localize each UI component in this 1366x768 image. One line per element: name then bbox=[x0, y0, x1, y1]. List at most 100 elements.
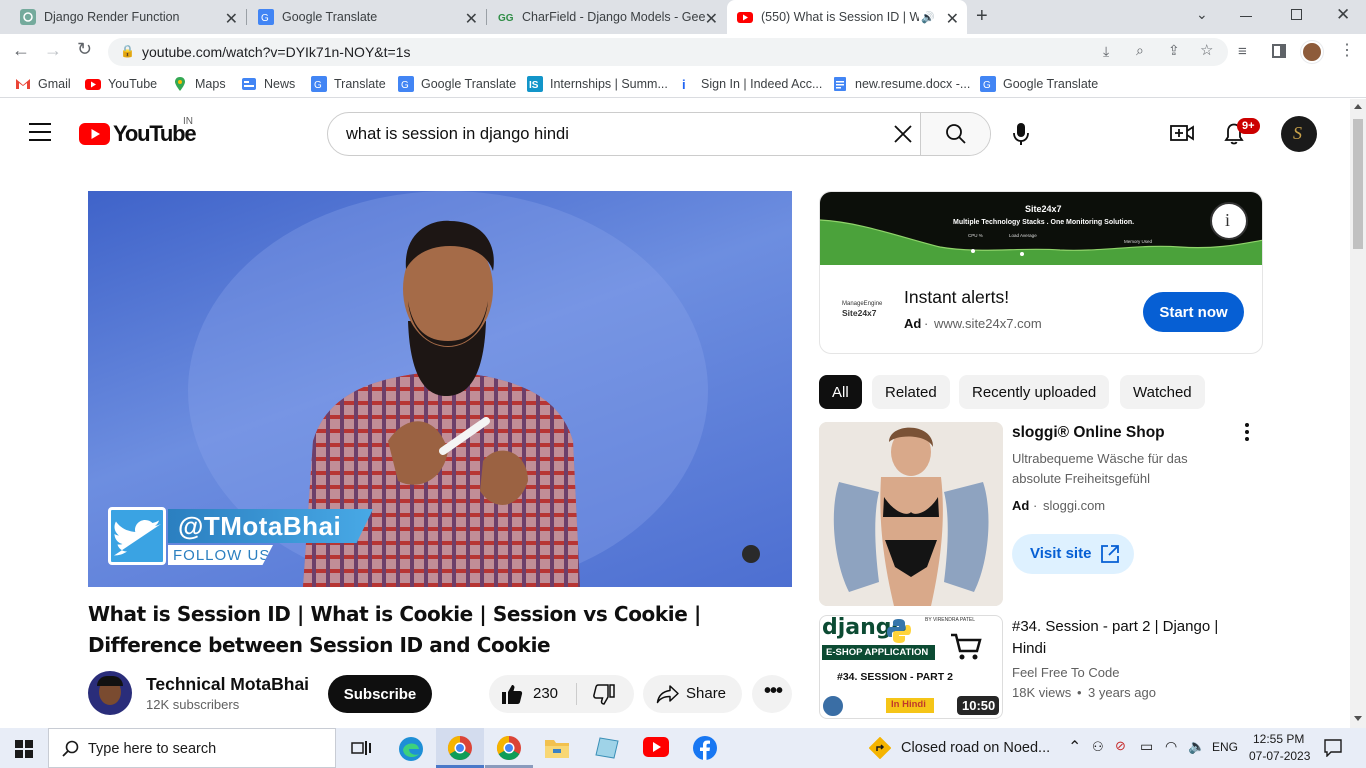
microphone-icon[interactable] bbox=[1012, 122, 1030, 146]
subscribe-button[interactable]: Subscribe bbox=[328, 675, 432, 713]
tray-time[interactable]: 12:55 PM bbox=[1253, 732, 1304, 746]
tray-date[interactable]: 07-07-2023 bbox=[1249, 749, 1310, 763]
duration-text: 10:50 bbox=[962, 698, 996, 713]
task-view-icon[interactable] bbox=[351, 739, 371, 757]
facebook-icon[interactable] bbox=[693, 736, 717, 760]
dislike-button[interactable] bbox=[577, 675, 634, 713]
sponsored-ad-thumbnail[interactable] bbox=[819, 422, 1003, 606]
tray-security-icon[interactable]: ⚇ bbox=[1092, 739, 1104, 755]
browser-toolbar: ← → ↻ 🔒 youtube.com/watch?v=DYIk71n-NOY&… bbox=[0, 34, 1366, 70]
clear-search-icon[interactable] bbox=[893, 124, 913, 144]
profile-avatar[interactable] bbox=[1301, 41, 1323, 63]
install-app-icon[interactable]: ⤓ bbox=[1103, 43, 1109, 60]
restore-button[interactable] bbox=[1291, 9, 1302, 20]
close-tab-icon[interactable]: ✕ bbox=[946, 9, 959, 29]
chip-all[interactable]: All bbox=[819, 375, 862, 409]
close-tab-icon[interactable]: ✕ bbox=[465, 9, 478, 29]
tray-battery-icon[interactable]: ▭ bbox=[1140, 738, 1153, 755]
search-button[interactable] bbox=[920, 113, 990, 155]
scroll-up-icon[interactable] bbox=[1354, 104, 1362, 109]
speaker-icon[interactable]: 🔊 bbox=[921, 11, 935, 24]
scroll-down-icon[interactable] bbox=[1354, 716, 1362, 721]
tab-search-icon[interactable]: ⌄ bbox=[1196, 6, 1208, 23]
chip-related[interactable]: Related bbox=[872, 375, 950, 409]
notepad-app-icon[interactable] bbox=[594, 736, 620, 760]
sponsored-ad-title[interactable]: sloggi® Online Shop bbox=[1012, 424, 1165, 442]
related-video-thumbnail[interactable]: django BY VIRENDRA PATEL E-SHOP APPLICAT… bbox=[819, 615, 1003, 719]
taskbar-chrome-profile[interactable] bbox=[485, 728, 533, 768]
related-video-title[interactable]: #34. Session - part 2 | Django | Hindi bbox=[1012, 616, 1232, 660]
bookmark-internships[interactable]: IS Internships | Summ... bbox=[527, 76, 668, 92]
search-input[interactable]: what is session in django hindi bbox=[346, 125, 569, 144]
start-now-button[interactable]: Start now bbox=[1143, 292, 1244, 332]
file-explorer-icon[interactable] bbox=[544, 737, 570, 759]
traffic-alert-icon[interactable] bbox=[869, 737, 891, 759]
chrome-menu-icon[interactable]: ⋮ bbox=[1339, 40, 1355, 60]
tab-charfield[interactable]: GG CharField - Django Models - Gee ✕ bbox=[486, 0, 726, 34]
bookmark-label: Translate bbox=[334, 77, 386, 91]
bookmark-translate[interactable]: G Translate bbox=[311, 76, 386, 92]
bookmark-maps[interactable]: Maps bbox=[172, 76, 226, 92]
address-bar[interactable]: 🔒 youtube.com/watch?v=DYIk71n-NOY&t=1s ⤓… bbox=[108, 38, 1228, 66]
close-tab-icon[interactable]: ✕ bbox=[705, 9, 718, 29]
more-actions-button[interactable]: ••• bbox=[752, 675, 792, 713]
related-video-channel[interactable]: Feel Free To Code bbox=[1012, 665, 1119, 680]
share-button[interactable]: Share bbox=[643, 675, 742, 713]
youtube-logo-icon bbox=[79, 123, 110, 145]
bookmark-google-translate-2[interactable]: G Google Translate bbox=[980, 76, 1098, 92]
create-video-icon[interactable] bbox=[1170, 123, 1194, 143]
chip-watched[interactable]: Watched bbox=[1120, 375, 1205, 409]
bookmark-news[interactable]: News bbox=[241, 76, 295, 92]
tray-chevron-up-icon[interactable]: ⌃ bbox=[1068, 737, 1081, 757]
ad-menu-icon[interactable] bbox=[1240, 423, 1254, 441]
tray-language[interactable]: ENG bbox=[1212, 740, 1238, 754]
tab-google-translate[interactable]: G Google Translate ✕ bbox=[246, 0, 486, 34]
like-button[interactable]: 230 bbox=[489, 675, 577, 713]
tray-wifi-icon[interactable]: ◠ bbox=[1165, 738, 1177, 755]
page-scrollbar[interactable] bbox=[1350, 99, 1366, 728]
tab-youtube-active[interactable]: (550) What is Session ID | Wh 🔊 ✕ bbox=[727, 0, 967, 34]
bookmark-google-translate[interactable]: G Google Translate bbox=[398, 76, 516, 92]
bookmark-resume[interactable]: new.resume.docx -... bbox=[832, 76, 970, 92]
channel-name[interactable]: Technical MotaBhai bbox=[146, 674, 309, 695]
tab-django-render[interactable]: Django Render Function ✕ bbox=[0, 0, 246, 34]
taskbar-chrome-active[interactable] bbox=[436, 728, 484, 768]
tray-network-alert-icon[interactable]: ⊘ bbox=[1115, 738, 1126, 754]
edge-icon[interactable] bbox=[398, 736, 424, 762]
ad-info-icon[interactable]: i bbox=[1210, 202, 1248, 240]
bookmark-youtube[interactable]: YouTube bbox=[85, 76, 157, 92]
tray-volume-icon[interactable]: 🔈 bbox=[1188, 738, 1205, 755]
youtube-logo[interactable]: YouTube bbox=[79, 121, 197, 147]
side-panel-icon[interactable] bbox=[1272, 44, 1286, 58]
share-page-icon[interactable]: ⇪ bbox=[1168, 42, 1180, 59]
close-tab-icon[interactable]: ✕ bbox=[225, 9, 238, 29]
close-window-button[interactable]: ✕ bbox=[1336, 5, 1350, 25]
taskbar-news-text[interactable]: Closed road on Noed... bbox=[901, 740, 1050, 756]
youtube-app-icon[interactable] bbox=[643, 737, 669, 757]
reload-icon[interactable]: ↻ bbox=[77, 39, 92, 60]
chip-recently-uploaded[interactable]: Recently uploaded bbox=[959, 375, 1110, 409]
back-icon[interactable]: ← bbox=[12, 40, 30, 61]
search-bar[interactable]: what is session in django hindi bbox=[327, 112, 991, 156]
bookmark-gmail[interactable]: Gmail bbox=[15, 76, 71, 92]
notification-center-icon[interactable] bbox=[1324, 739, 1342, 757]
scrollbar-thumb[interactable] bbox=[1353, 119, 1363, 249]
visit-site-button[interactable]: Visit site bbox=[1012, 534, 1134, 574]
youtube-icon bbox=[737, 12, 753, 23]
windows-start-icon[interactable] bbox=[15, 740, 33, 758]
bookmark-star-icon[interactable]: ☆ bbox=[1200, 41, 1213, 59]
media-control-icon[interactable]: ≡ bbox=[1238, 43, 1247, 60]
thumbnail-lang: In Hindi bbox=[891, 699, 926, 710]
video-player[interactable]: @TMotaBhai FOLLOW US bbox=[88, 191, 792, 587]
minimize-button[interactable] bbox=[1240, 16, 1252, 17]
zoom-icon[interactable]: ⌕ bbox=[1136, 42, 1144, 59]
account-avatar[interactable]: S bbox=[1281, 116, 1317, 152]
hamburger-menu-icon[interactable] bbox=[29, 123, 51, 141]
sloggi-ad-image bbox=[819, 422, 1003, 606]
forward-icon[interactable]: → bbox=[44, 40, 62, 61]
channel-avatar[interactable] bbox=[88, 671, 132, 715]
ad-companion-card[interactable]: Site24x7 Multiple Technology Stacks . On… bbox=[819, 191, 1263, 354]
bookmark-indeed[interactable]: i Sign In | Indeed Acc... bbox=[678, 76, 822, 92]
new-tab-button[interactable]: + bbox=[976, 5, 988, 28]
taskbar-search-box[interactable]: Type here to search bbox=[48, 728, 336, 768]
